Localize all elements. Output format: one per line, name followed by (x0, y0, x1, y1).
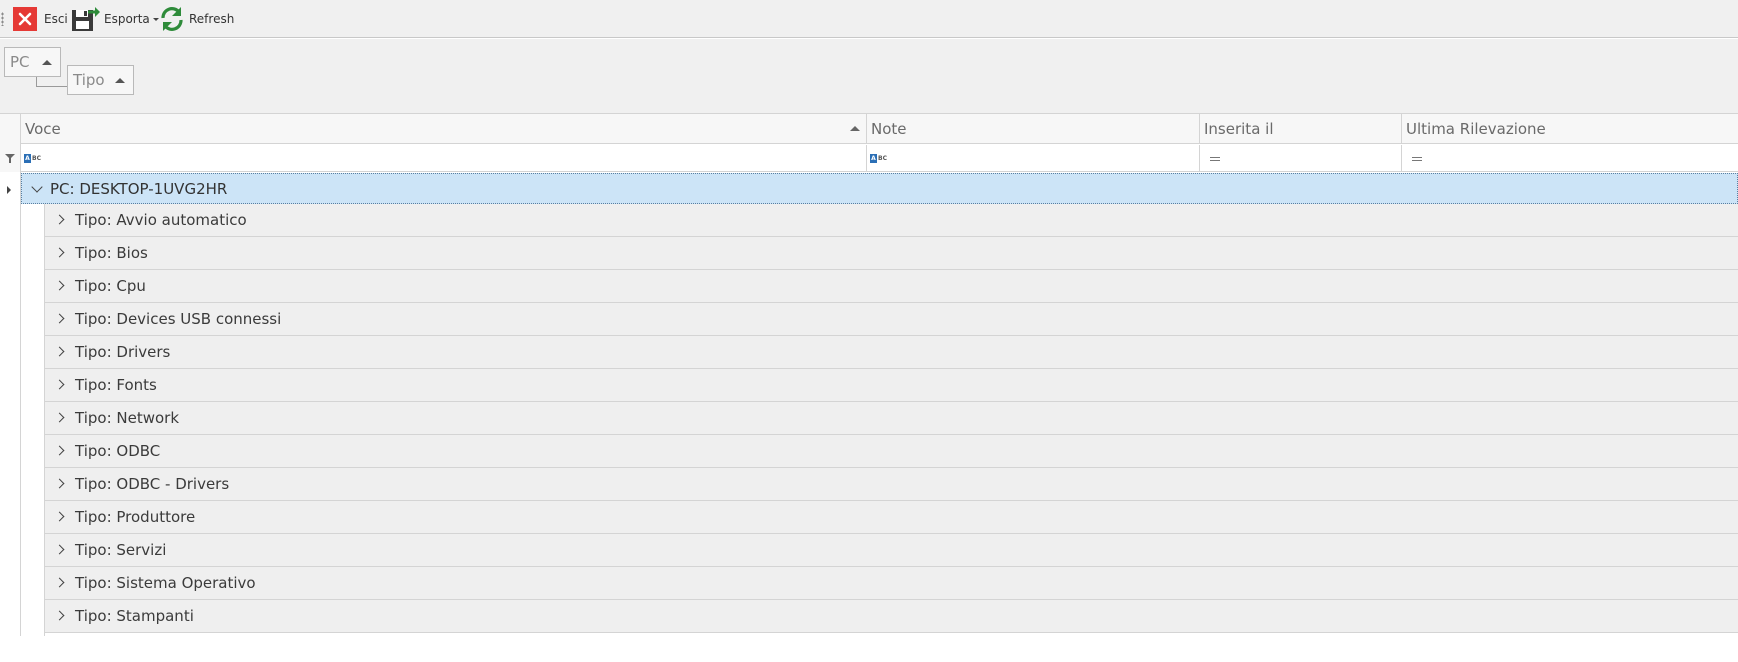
subgroup-label: Tipo: Drivers (75, 343, 171, 361)
filter-cell-inserita-il[interactable] (1200, 145, 1402, 172)
export-label: Esporta (104, 12, 150, 26)
group-row-label: PC: DESKTOP-1UVG2HR (50, 180, 228, 198)
filter-cell-note[interactable]: A BC (867, 145, 1200, 172)
chevron-right-icon[interactable] (54, 445, 65, 456)
subgroup-row[interactable]: Tipo: Devices USB connessi (45, 303, 1738, 336)
chevron-right-icon[interactable] (54, 247, 65, 258)
grid-body: PC: DESKTOP-1UVG2HR Tipo: Avvio automati… (0, 172, 1738, 662)
subgroup-row[interactable]: Tipo: Cpu (45, 270, 1738, 303)
refresh-icon (161, 7, 183, 31)
subgroup-label: Tipo: Bios (75, 244, 148, 262)
toolbar: Esci Esporta Refresh (0, 0, 1738, 38)
refresh-button[interactable]: Refresh (159, 4, 234, 34)
group-chip-label: PC (10, 53, 30, 71)
subgroup-row[interactable]: Tipo: Avvio automatico (45, 204, 1738, 237)
group-chip-pc[interactable]: PC (4, 47, 61, 77)
group-indent (21, 204, 45, 636)
group-row-pc[interactable]: PC: DESKTOP-1UVG2HR (21, 173, 1738, 204)
subgroup-row[interactable]: Tipo: ODBC - Drivers (45, 468, 1738, 501)
subgroup-label: Tipo: Cpu (75, 277, 146, 295)
subgroup-row[interactable]: Tipo: Stampanti (45, 600, 1738, 633)
column-header-label: Voce (25, 119, 61, 138)
subgroup-label: Tipo: Network (75, 409, 180, 427)
subgroup-label: Tipo: Devices USB connessi (75, 310, 282, 328)
group-connector (36, 77, 68, 87)
group-by-panel (0, 39, 1738, 114)
exit-button[interactable]: Esci (13, 4, 68, 34)
equals-filter-icon (1412, 157, 1422, 161)
subgroup-row[interactable]: Tipo: Bios (45, 237, 1738, 270)
subgroup-label: Tipo: Servizi (75, 541, 167, 559)
text-filter-icon: A BC (870, 154, 887, 163)
row-indicator-column (0, 172, 21, 636)
filter-cell-voce[interactable]: A BC (21, 145, 867, 172)
equals-filter-icon (1210, 157, 1220, 161)
chevron-right-icon[interactable] (54, 379, 65, 390)
subgroup-row[interactable]: Tipo: Fonts (45, 369, 1738, 402)
sort-ascending-icon (115, 78, 125, 83)
export-button[interactable]: Esporta (71, 4, 159, 34)
chevron-right-icon[interactable] (54, 412, 65, 423)
column-header-ultima-rilevazione[interactable]: Ultima Rilevazione (1402, 114, 1738, 144)
filter-icon-stem (9, 158, 11, 163)
subgroup-label: Tipo: Produttore (75, 508, 196, 526)
group-chip-label: Tipo (73, 71, 105, 89)
chevron-right-icon[interactable] (54, 577, 65, 588)
chevron-right-icon[interactable] (54, 511, 65, 522)
close-icon (13, 7, 37, 31)
chevron-right-icon[interactable] (54, 280, 65, 291)
column-header-label: Inserita il (1204, 119, 1274, 138)
filter-cell-ultima-rilevazione[interactable] (1402, 145, 1738, 172)
toolbar-grip[interactable] (1, 12, 4, 26)
refresh-label: Refresh (189, 12, 235, 26)
save-export-icon (72, 7, 100, 31)
sort-ascending-icon (850, 126, 860, 131)
subgroup-label: Tipo: ODBC - Drivers (75, 475, 230, 493)
subgroup-row[interactable]: Tipo: Produttore (45, 501, 1738, 534)
subgroup-row[interactable]: Tipo: ODBC (45, 435, 1738, 468)
chevron-down-icon (152, 17, 159, 21)
column-header-inserita-il[interactable]: Inserita il (1200, 114, 1402, 144)
sort-ascending-icon (42, 60, 52, 65)
exit-label: Esci (44, 12, 68, 26)
chevron-right-icon[interactable] (54, 346, 65, 357)
subgroup-label: Tipo: Fonts (75, 376, 157, 394)
column-header-label: Ultima Rilevazione (1406, 119, 1546, 138)
subgroup-label: Tipo: Stampanti (75, 607, 194, 625)
chevron-right-icon[interactable] (54, 610, 65, 621)
subgroup-row[interactable]: Tipo: Drivers (45, 336, 1738, 369)
chevron-right-icon[interactable] (54, 544, 65, 555)
chevron-right-icon[interactable] (54, 214, 65, 225)
chevron-right-icon[interactable] (54, 478, 65, 489)
chevron-right-icon[interactable] (54, 313, 65, 324)
subgroup-row[interactable]: Tipo: Network (45, 402, 1738, 435)
subgroup-row[interactable]: Tipo: Sistema Operativo (45, 567, 1738, 600)
subgroup-row[interactable]: Tipo: Servizi (45, 534, 1738, 567)
column-header-voce[interactable]: Voce (21, 114, 867, 144)
subgroup-label: Tipo: Sistema Operativo (75, 574, 256, 592)
column-header-label: Note (871, 119, 907, 138)
group-chip-tipo[interactable]: Tipo (67, 65, 134, 95)
chevron-down-icon[interactable] (31, 181, 43, 193)
column-header-note[interactable]: Note (867, 114, 1200, 144)
subgroup-label: Tipo: Avvio automatico (75, 211, 247, 229)
focused-row-arrow-icon (7, 186, 11, 194)
subgroup-label: Tipo: ODBC (75, 442, 161, 460)
text-filter-icon: A BC (24, 154, 41, 163)
row-indicator-header (0, 114, 21, 172)
